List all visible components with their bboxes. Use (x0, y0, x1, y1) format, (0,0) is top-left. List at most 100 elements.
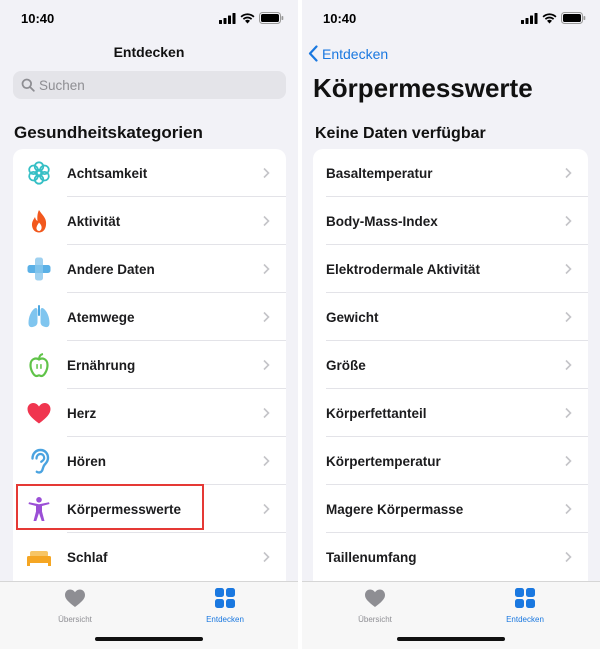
chevron-right-icon (263, 503, 270, 515)
chevron-right-icon (565, 215, 572, 227)
chevron-right-icon (565, 311, 572, 323)
tab-explore[interactable]: Entdecken (180, 588, 270, 624)
measurement-label: Körpertemperatur (326, 453, 441, 469)
tab-label: Übersicht (358, 615, 392, 624)
tab-label: Entdecken (206, 615, 244, 624)
chevron-right-icon (263, 263, 270, 275)
chevron-right-icon (565, 167, 572, 179)
category-row-sleep[interactable]: Schlaf (13, 533, 286, 581)
measurement-row[interactable]: Magere Körpermasse (313, 485, 588, 533)
heart-icon (25, 399, 53, 427)
nav-title: Entdecken (113, 44, 185, 60)
tab-explore[interactable]: Entdecken (480, 588, 570, 624)
status-time: 10:40 (21, 11, 55, 26)
category-label: Herz (67, 405, 97, 421)
chevron-right-icon (565, 455, 572, 467)
chevron-right-icon (263, 215, 270, 227)
highlight-box (16, 484, 204, 530)
category-row-hearing[interactable]: Hören (13, 437, 286, 485)
category-row-other-data[interactable]: Andere Daten (13, 245, 286, 293)
measurement-label: Basaltemperatur (326, 165, 433, 181)
chevron-right-icon (565, 503, 572, 515)
category-label: Andere Daten (67, 261, 155, 277)
chevron-left-icon (308, 45, 318, 62)
status-bar: 10:40 (0, 0, 298, 38)
measurement-row[interactable]: Taillenumfang (313, 533, 588, 581)
page-title: Körpermesswerte (313, 73, 533, 103)
status-icons (219, 12, 284, 24)
category-row-activity[interactable]: Aktivität (13, 197, 286, 245)
battery-icon (259, 12, 284, 24)
grid-tab-icon (515, 588, 535, 608)
measurement-row[interactable]: Größe (313, 341, 588, 389)
tab-label: Übersicht (58, 615, 92, 624)
status-icons (521, 12, 586, 24)
tab-summary[interactable]: Übersicht (30, 588, 120, 624)
grid-tab-icon (215, 588, 235, 608)
measurement-label: Elektrodermale Aktivität (326, 261, 481, 277)
search-placeholder: Suchen (39, 77, 85, 93)
heart-tab-icon (65, 589, 85, 607)
category-label: Hören (67, 453, 107, 469)
measurement-label: Magere Körpermasse (326, 501, 464, 517)
category-row-mindfulness[interactable]: Achtsamkeit (13, 149, 286, 197)
wifi-icon (240, 12, 255, 23)
measurement-row[interactable]: Körperfettanteil (313, 389, 588, 437)
chevron-right-icon (565, 263, 572, 275)
tab-bar: Übersicht Entdecken (0, 581, 298, 649)
back-button[interactable]: Entdecken (308, 45, 388, 62)
chevron-right-icon (263, 167, 270, 179)
lungs-icon (25, 303, 53, 331)
measurement-label: Body-Mass-Index (326, 213, 438, 229)
category-label: Schlaf (67, 549, 108, 565)
signal-icon (521, 12, 538, 24)
status-time: 10:40 (323, 11, 357, 26)
category-label: Atemwege (67, 309, 135, 325)
chevron-right-icon (263, 455, 270, 467)
measurement-label: Körperfettanteil (326, 405, 427, 421)
chevron-right-icon (565, 407, 572, 419)
flame-icon (25, 207, 53, 235)
tab-bar: Übersicht Entdecken (302, 581, 600, 649)
home-indicator[interactable] (397, 637, 505, 641)
measurement-row[interactable]: Gewicht (313, 293, 588, 341)
chevron-right-icon (263, 311, 270, 323)
measurement-row[interactable]: Body-Mass-Index (313, 197, 588, 245)
measurement-label: Gewicht (326, 309, 379, 325)
category-row-respiratory[interactable]: Atemwege (13, 293, 286, 341)
bed-icon (25, 543, 53, 571)
chevron-right-icon (565, 551, 572, 563)
tab-label: Entdecken (506, 615, 544, 624)
apple-icon (25, 351, 53, 379)
battery-icon (561, 12, 586, 24)
category-row-nutrition[interactable]: Ernährung (13, 341, 286, 389)
ear-icon (25, 447, 53, 475)
measurement-label: Taillenumfang (326, 549, 417, 565)
measurement-label: Größe (326, 357, 366, 373)
chevron-right-icon (263, 407, 270, 419)
heart-tab-icon (365, 589, 385, 607)
category-label: Aktivität (67, 213, 121, 229)
back-label: Entdecken (322, 45, 389, 62)
mindfulness-icon (25, 159, 53, 187)
home-indicator[interactable] (95, 637, 203, 641)
measurements-list: Basaltemperatur Body-Mass-Index Elektrod… (313, 149, 588, 581)
category-label: Achtsamkeit (67, 165, 148, 181)
search-field[interactable]: Suchen (13, 71, 286, 99)
tab-summary[interactable]: Übersicht (330, 588, 420, 624)
measurement-row[interactable]: Basaltemperatur (313, 149, 588, 197)
wifi-icon (542, 12, 557, 23)
measurement-row[interactable]: Körpertemperatur (313, 437, 588, 485)
chevron-right-icon (565, 359, 572, 371)
section-title-categories: Gesundheitskategorien (14, 123, 203, 142)
chevron-right-icon (263, 551, 270, 563)
body-measurements-screen: 10:40 Entdecken Körpermesswerte Keine Da… (302, 0, 600, 649)
category-row-heart[interactable]: Herz (13, 389, 286, 437)
search-icon (21, 78, 35, 92)
chevron-right-icon (263, 359, 270, 371)
explore-screen: 10:40 Entdecken Suchen Gesundheitskatego… (0, 0, 298, 649)
measurement-row[interactable]: Elektrodermale Aktivität (313, 245, 588, 293)
signal-icon (219, 12, 236, 24)
plus-icon (25, 255, 53, 283)
status-bar: 10:40 (302, 0, 600, 38)
